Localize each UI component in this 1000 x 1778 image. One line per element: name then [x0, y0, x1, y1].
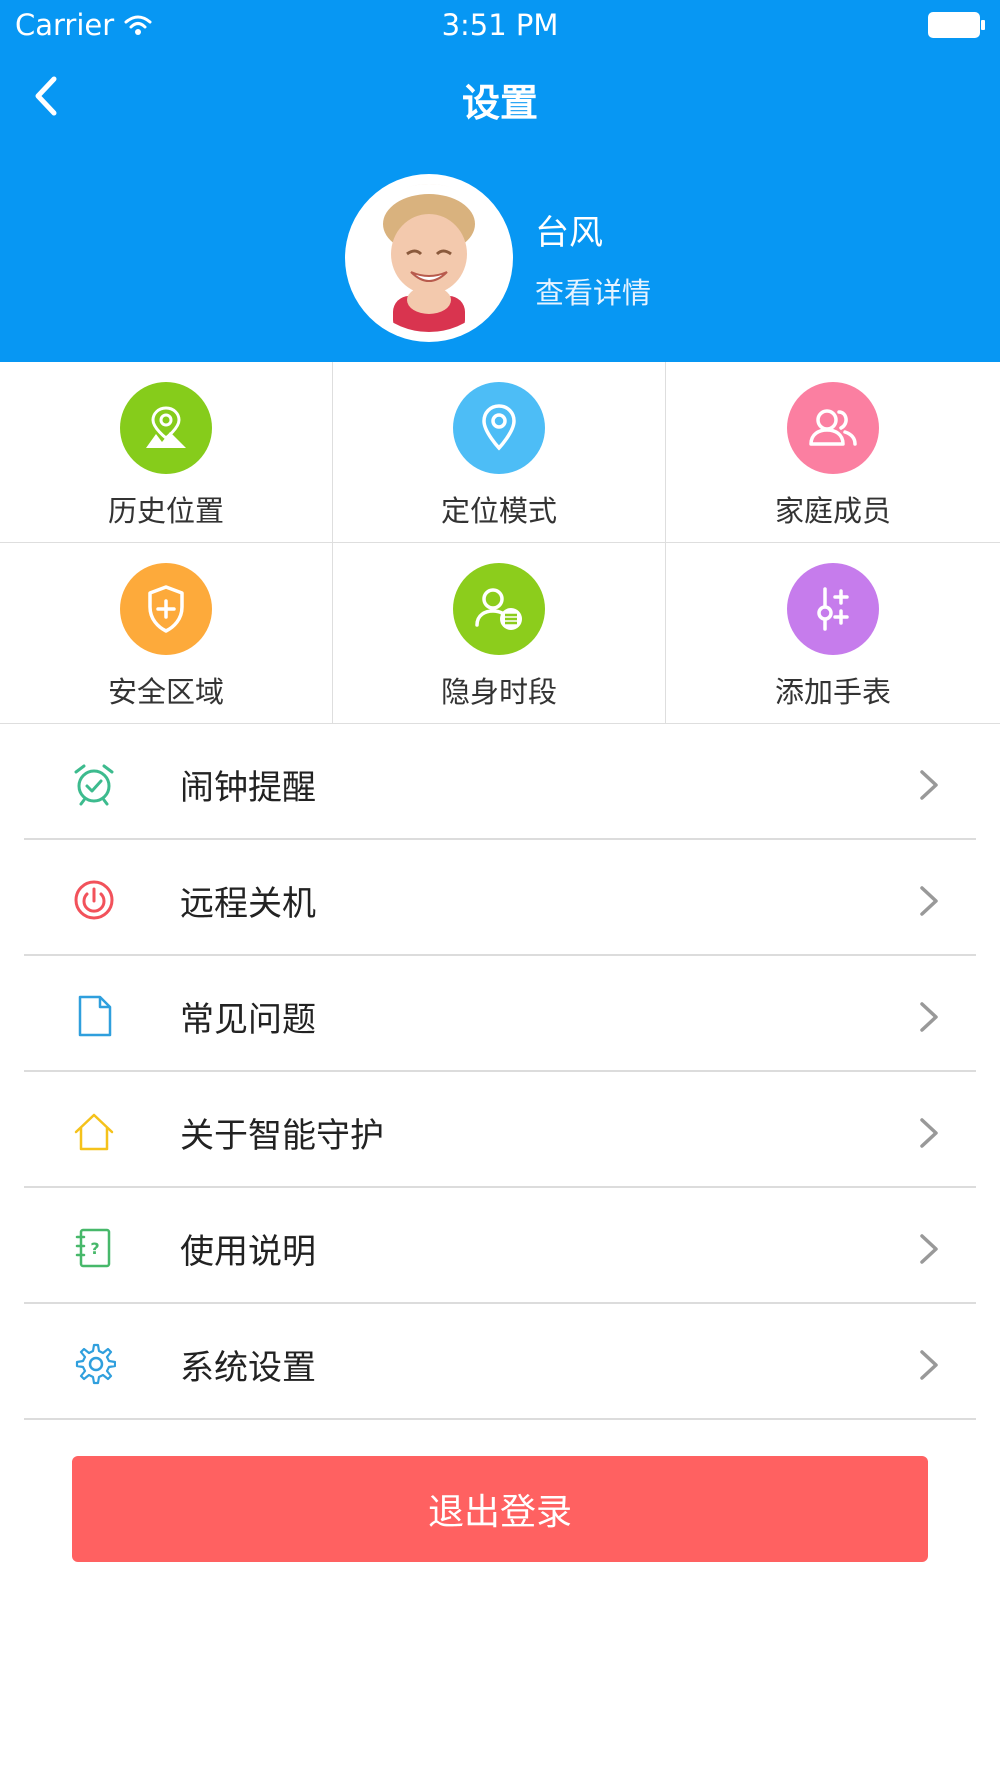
list-item-about[interactable]: 关于智能守护	[0, 1072, 1000, 1188]
users-icon	[787, 382, 879, 474]
sliders-plus-icon	[787, 563, 879, 655]
profile-text: 台风 查看详情	[535, 205, 651, 312]
chevron-right-icon	[920, 1002, 938, 1032]
page-title: 设置	[461, 81, 538, 125]
view-details-link[interactable]: 查看详情	[535, 270, 651, 312]
status-bar: Carrier 3:51 PM	[0, 0, 1000, 50]
divider	[24, 1418, 976, 1420]
avatar-illustration	[355, 184, 503, 332]
document-icon	[78, 995, 112, 1037]
alarm-clock-icon	[74, 764, 114, 806]
chevron-right-icon	[920, 770, 938, 800]
help-book-icon: ?	[75, 1228, 111, 1268]
grid-label: 安全区域	[107, 675, 224, 709]
location-map-icon	[120, 382, 212, 474]
chevron-right-icon	[920, 1118, 938, 1148]
list-item-label: 闹钟提醒	[180, 768, 316, 808]
avatar-photo	[355, 184, 503, 332]
chevron-right-icon	[920, 1350, 938, 1380]
header: Carrier 3:51 PM 设置 台风 查看详情	[0, 0, 1000, 362]
list-item-system-settings[interactable]: 系统设置	[0, 1304, 1000, 1420]
map-pin-icon	[453, 382, 545, 474]
list-item-faq[interactable]: 常见问题	[0, 956, 1000, 1072]
grid-label: 历史位置	[107, 494, 224, 528]
gear-icon	[75, 1343, 116, 1385]
profile-name: 台风	[535, 212, 603, 253]
svg-text:?: ?	[90, 1239, 99, 1258]
grid-item-stealth-period[interactable]: 隐身时段	[333, 543, 666, 724]
list-item-label: 远程关机	[180, 884, 316, 924]
list-item-label: 关于智能守护	[180, 1116, 384, 1156]
logout-button[interactable]: 退出登录	[72, 1456, 928, 1562]
chevron-right-icon	[920, 886, 938, 916]
nav-bar: 设置	[0, 56, 1000, 136]
user-list-icon	[453, 563, 545, 655]
grid-item-safe-zone[interactable]: 安全区域	[0, 543, 333, 724]
list-item-label: 使用说明	[180, 1232, 316, 1272]
settings-list: 闹钟提醒 远程关机 常见问题 关于智能守护 ? 使用说明 系统设置	[0, 724, 1000, 1420]
grid-item-add-watch[interactable]: 添加手表	[666, 543, 1000, 724]
grid-label: 定位模式	[440, 494, 557, 528]
chevron-right-icon	[920, 1234, 938, 1264]
grid-item-location-mode[interactable]: 定位模式	[333, 362, 666, 543]
feature-grid: 历史位置 定位模式 家庭成员 安全区域 隐身时段 添加手表	[0, 362, 1000, 724]
grid-item-history-location[interactable]: 历史位置	[0, 362, 333, 543]
shield-plus-icon	[120, 563, 212, 655]
profile-card[interactable]: 台风 查看详情	[345, 172, 651, 344]
list-item-label: 系统设置	[180, 1348, 316, 1388]
list-item-alarm[interactable]: 闹钟提醒	[0, 724, 1000, 840]
grid-label: 隐身时段	[440, 675, 557, 709]
list-item-remote-shutdown[interactable]: 远程关机	[0, 840, 1000, 956]
battery-icon	[928, 12, 985, 38]
avatar[interactable]	[345, 174, 513, 342]
status-time: 3:51 PM	[441, 8, 559, 42]
grid-label: 添加手表	[774, 675, 891, 709]
grid-label: 家庭成员	[774, 494, 891, 528]
list-item-instructions[interactable]: ? 使用说明	[0, 1188, 1000, 1304]
list-item-label: 常见问题	[180, 1000, 316, 1040]
grid-item-family-members[interactable]: 家庭成员	[666, 362, 1000, 543]
power-icon	[74, 880, 114, 920]
home-icon	[74, 1113, 114, 1151]
